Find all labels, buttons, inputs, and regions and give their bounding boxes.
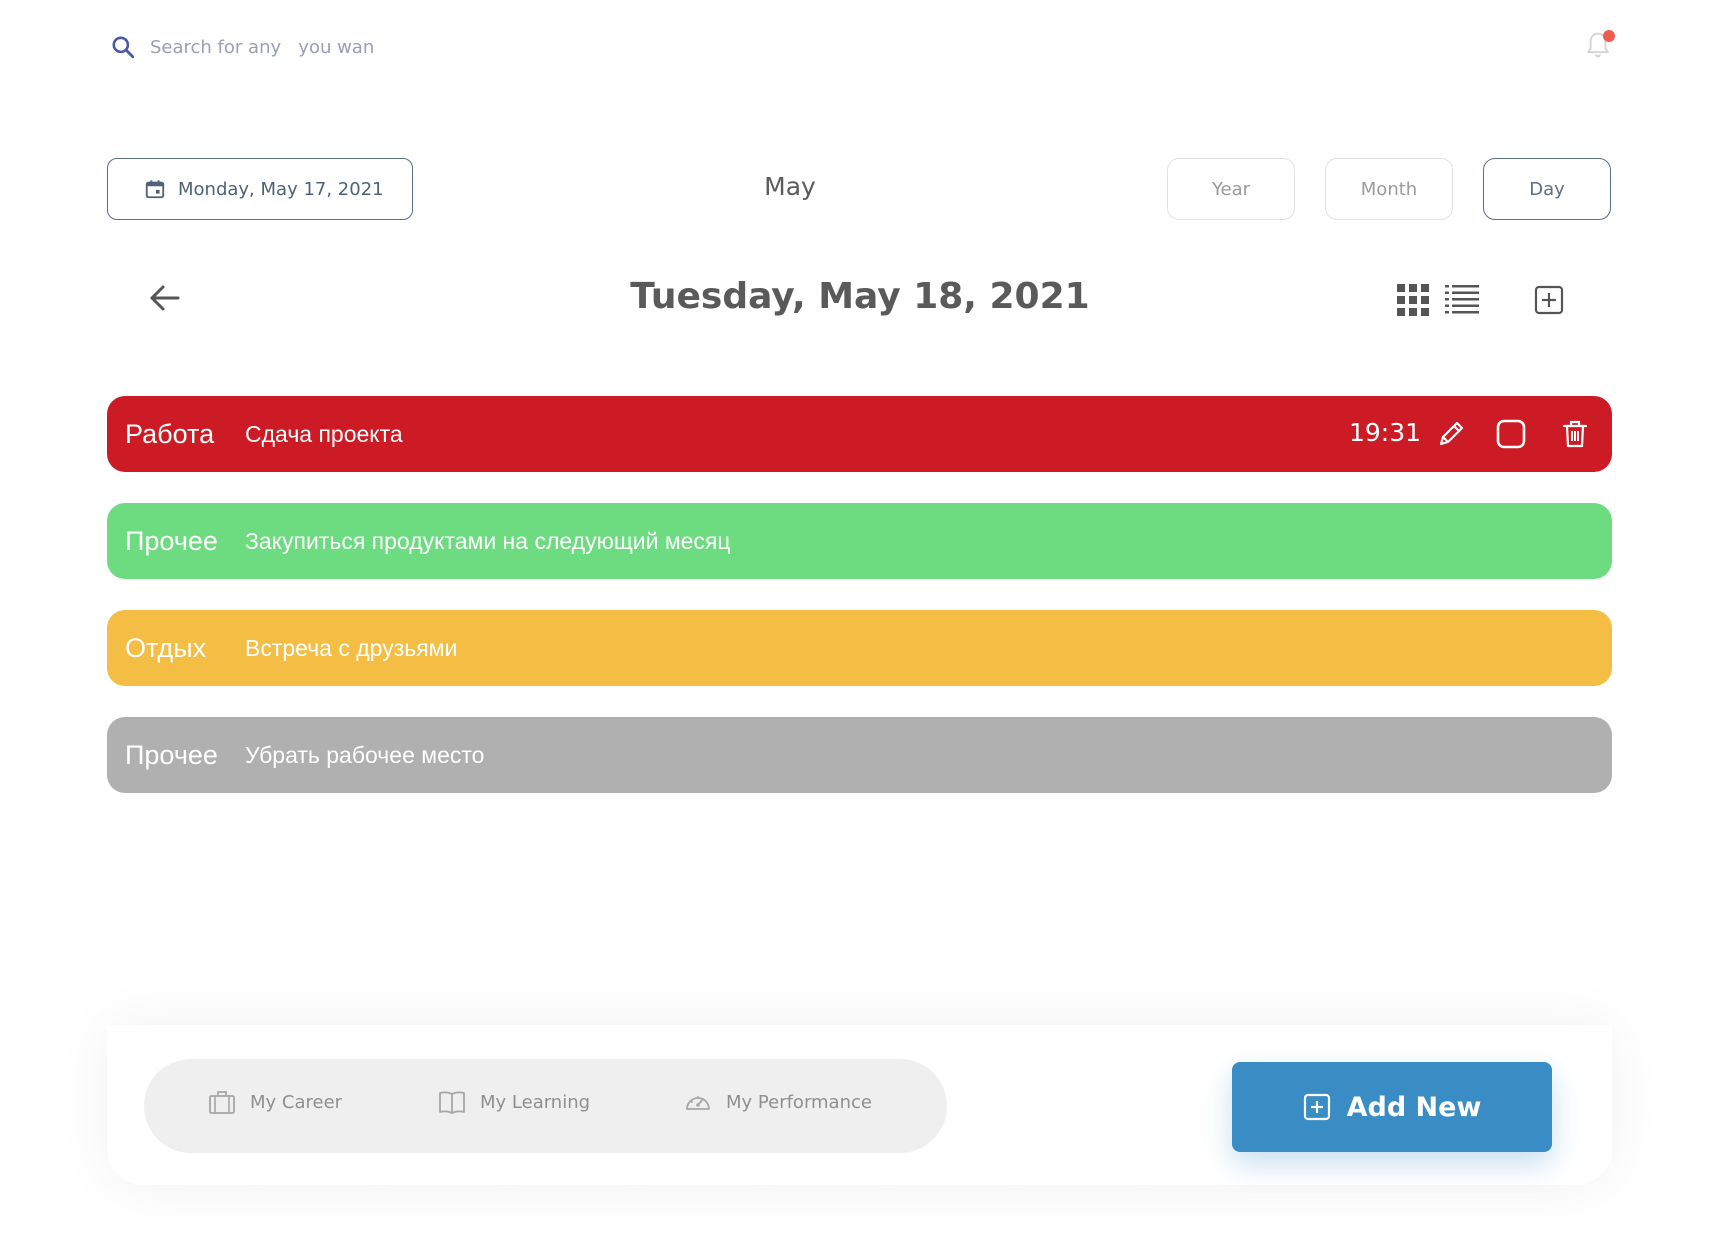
nav-my-learning[interactable]: My Learning	[438, 1089, 590, 1115]
event-item[interactable]: Отдых Встреча с друзьями	[107, 610, 1612, 686]
add-new-label: Add New	[1346, 1091, 1482, 1123]
list-view-icon[interactable]	[1445, 284, 1479, 316]
view-year-button[interactable]: Year	[1167, 158, 1295, 220]
event-category: Отдых	[125, 632, 207, 663]
date-picker[interactable]: Monday, May 17, 2021	[107, 158, 413, 220]
back-arrow-icon[interactable]	[148, 283, 182, 313]
event-item[interactable]: Прочее Убрать рабочее место	[107, 717, 1612, 793]
search-icon	[112, 36, 135, 59]
nav-my-learning-label: My Learning	[480, 1091, 591, 1113]
calendar-page: Monday, May 17, 2021 May Year Month Day …	[0, 0, 1710, 1257]
add-event-icon[interactable]	[1534, 285, 1564, 315]
event-category: Прочее	[125, 739, 218, 770]
bottom-nav: My Career My Learning My Performance	[144, 1059, 947, 1153]
notifications-button[interactable]	[1583, 30, 1615, 64]
gauge-icon	[686, 1096, 710, 1110]
edit-icon[interactable]	[1435, 418, 1467, 450]
notification-dot	[1603, 30, 1615, 42]
trash-icon[interactable]	[1559, 418, 1591, 450]
book-icon	[439, 1091, 465, 1114]
view-month-button[interactable]: Month	[1325, 158, 1453, 220]
grid-view-icon[interactable]	[1397, 284, 1429, 316]
month-title: May	[764, 172, 816, 201]
event-title: Убрать рабочее место	[245, 741, 485, 768]
event-time: 19:31	[1349, 418, 1422, 447]
nav-my-career-label: My Career	[250, 1091, 343, 1113]
checkbox-icon[interactable]	[1495, 418, 1527, 450]
search-input[interactable]	[150, 36, 470, 58]
day-title: Tuesday, May 18, 2021	[630, 276, 1090, 317]
event-category: Прочее	[125, 525, 218, 556]
event-title: Встреча с друзьями	[245, 634, 458, 661]
event-title: Закупиться продуктами на следующий месяц	[245, 527, 731, 554]
event-category: Работа	[125, 418, 215, 449]
add-new-button[interactable]: Add New	[1232, 1062, 1552, 1152]
briefcase-icon	[209, 1091, 235, 1114]
nav-my-performance[interactable]: My Performance	[684, 1089, 872, 1115]
nav-my-performance-label: My Performance	[726, 1091, 872, 1113]
date-picker-label: Monday, May 17, 2021	[178, 178, 384, 200]
bottom-panel: My Career My Learning My Performance Add…	[107, 1025, 1612, 1185]
search-bar	[110, 34, 470, 60]
event-item[interactable]: Работа Сдача проекта 19:31	[107, 396, 1612, 472]
view-day-button[interactable]: Day	[1483, 158, 1611, 220]
plus-square-icon	[1303, 1093, 1330, 1121]
calendar-icon	[145, 180, 165, 199]
event-item[interactable]: Прочее Закупиться продуктами на следующи…	[107, 503, 1612, 579]
nav-my-career[interactable]: My Career	[208, 1089, 342, 1115]
event-title: Сдача проекта	[245, 420, 403, 447]
